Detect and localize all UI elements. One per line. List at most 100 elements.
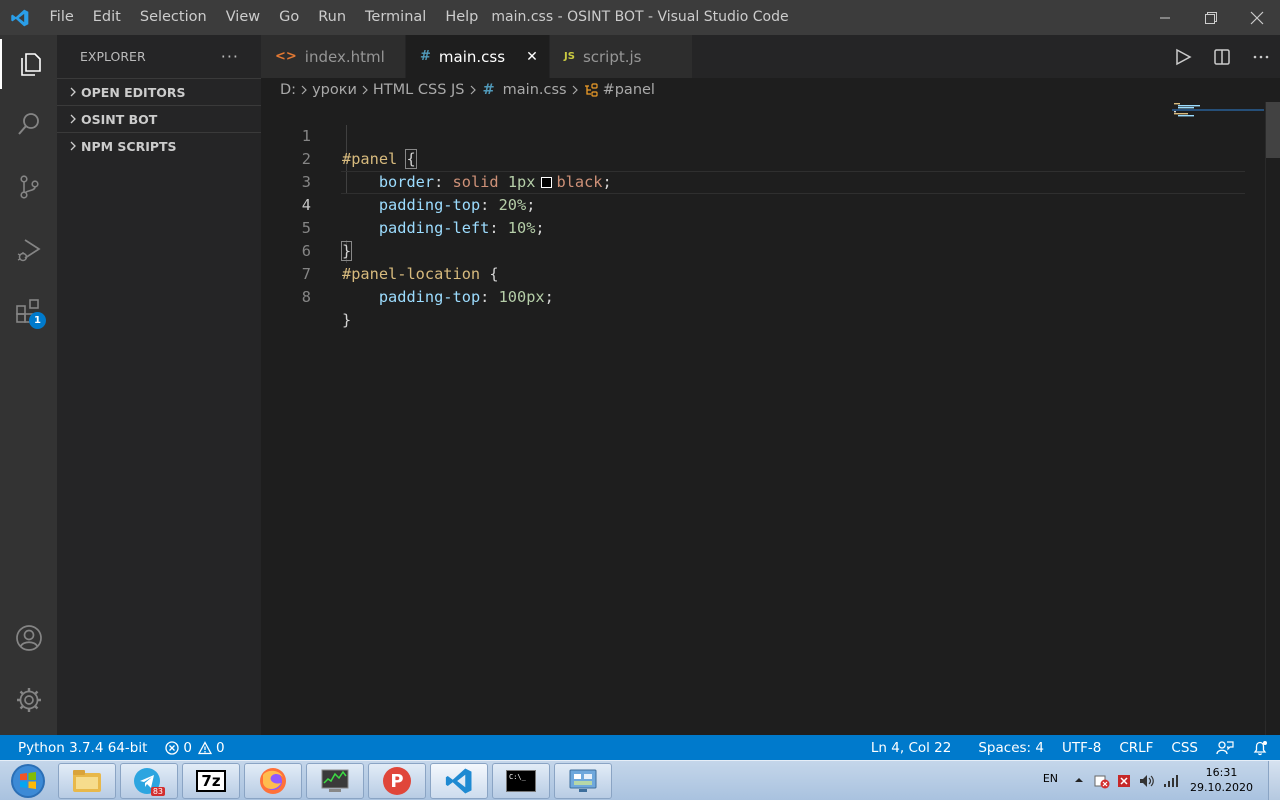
language-indicator[interactable]: EN [1043, 772, 1058, 785]
menu-run[interactable]: Run [309, 0, 356, 35]
code-line: 3 padding-top: 20%; [261, 148, 1265, 214]
source-control-activity[interactable] [0, 162, 57, 212]
extensions-activity[interactable]: 1 [0, 287, 57, 337]
menu-selection[interactable]: Selection [130, 0, 216, 35]
window-controls [1142, 0, 1280, 35]
code-line: 6 #panel-location { [261, 217, 1265, 283]
encoding[interactable]: UTF-8 [1053, 735, 1110, 760]
error-count: 0 [183, 739, 192, 756]
breadcrumb-file[interactable]: # main.css [481, 82, 567, 98]
menu-help[interactable]: Help [436, 0, 488, 35]
menu-bar: File Edit Selection View Go Run Terminal… [40, 0, 488, 35]
code-editor[interactable]: 1 #panel { 2 border: solid 1px black; 3 p… [261, 102, 1265, 735]
warning-count: 0 [215, 739, 225, 756]
sidebar-title: EXPLORER [80, 49, 146, 64]
restore-button[interactable] [1188, 0, 1234, 35]
line-number: 8 [301, 288, 311, 306]
menu-go[interactable]: Go [270, 0, 309, 35]
error-icon [165, 740, 180, 755]
minimap[interactable] [1172, 102, 1264, 162]
css-number: 100px [498, 288, 545, 306]
end-of-line[interactable]: CRLF [1110, 735, 1162, 760]
taskbar-vscode[interactable] [430, 763, 488, 799]
tray-network-error-icon[interactable] [1094, 773, 1110, 792]
taskbar-telegram[interactable]: 83 [120, 763, 178, 799]
run-debug-activity[interactable] [0, 225, 57, 275]
tab-label: script.js [582, 47, 642, 66]
file-explorer-icon [73, 770, 101, 792]
windows-taskbar: 83 7z P C:\_ EN 16:31 29.10.2020 [0, 760, 1280, 800]
search-activity[interactable] [0, 99, 57, 149]
live-share-button[interactable] [1207, 735, 1243, 760]
chevron-right-icon [571, 84, 579, 96]
tray-security-icon[interactable] [1116, 773, 1132, 792]
breadcrumb-folder-lessons[interactable]: уроки [312, 82, 357, 98]
language-mode[interactable]: CSS [1162, 735, 1207, 760]
python-interpreter[interactable]: Python 3.7.4 64-bit [18, 735, 156, 760]
source-control-icon [19, 175, 39, 199]
taskbar-file-explorer[interactable] [58, 763, 116, 799]
run-button[interactable] [1163, 35, 1202, 78]
close-icon [1250, 11, 1264, 24]
explorer-activity[interactable] [0, 39, 57, 89]
css-file-icon: # [482, 82, 495, 98]
breadcrumb: D: уроки HTML CSS JS # main.css #panel [261, 78, 1280, 102]
volume-icon[interactable] [1138, 773, 1156, 792]
caret-up-icon [1075, 778, 1083, 782]
windows-start-icon [11, 764, 45, 798]
notifications-button[interactable] [1243, 735, 1280, 760]
show-hidden-icons-button[interactable] [1074, 774, 1084, 787]
accounts-activity[interactable] [0, 613, 57, 663]
js-file-icon: JS [564, 51, 575, 62]
settings-activity[interactable] [0, 675, 57, 725]
section-label: NPM SCRIPTS [81, 138, 177, 154]
indentation[interactable]: Spaces: 4 [969, 735, 1053, 760]
close-tab-icon[interactable]: ✕ [525, 49, 539, 65]
taskbar-cmd[interactable]: C:\_ [492, 763, 550, 799]
p-app-icon: P [383, 767, 411, 795]
network-signal-icon[interactable] [1162, 773, 1180, 792]
breadcrumb-symbol-label: #panel [602, 82, 655, 98]
taskbar-7zip[interactable]: 7z [182, 763, 240, 799]
show-desktop-button[interactable] [1268, 761, 1280, 800]
status-bar: Python 3.7.4 64-bit 0 0 Ln 4, Col 22 Spa… [0, 735, 1280, 760]
scrollbar-thumb[interactable] [1266, 102, 1280, 158]
search-icon [17, 113, 39, 135]
breadcrumb-folder-project[interactable]: HTML CSS JS [373, 82, 465, 98]
more-editor-actions-button[interactable] [1241, 35, 1280, 78]
tab-script-js[interactable]: JS script.js [550, 35, 693, 78]
menu-file[interactable]: File [40, 0, 83, 35]
breadcrumb-drive[interactable]: D: [280, 82, 296, 98]
menu-edit[interactable]: Edit [83, 0, 130, 35]
problems-indicator[interactable]: 0 0 [156, 735, 233, 760]
taskbar-task-manager[interactable] [306, 763, 364, 799]
clock[interactable]: 16:31 29.10.2020 [1190, 765, 1253, 795]
tab-main-css[interactable]: # main.css ✕ [406, 35, 550, 78]
menu-view[interactable]: View [216, 0, 269, 35]
chevron-right-icon [65, 141, 81, 151]
code-line: 4 padding-left: 10%; [261, 171, 1265, 237]
breadcrumb-symbol[interactable]: #panel [583, 82, 655, 98]
taskbar-p-app[interactable]: P [368, 763, 426, 799]
extensions-badge: 1 [29, 312, 46, 329]
section-osint-bot[interactable]: OSINT BOT [57, 105, 261, 132]
vertical-scrollbar[interactable] [1265, 102, 1280, 735]
taskbar-firefox[interactable] [244, 763, 302, 799]
section-open-editors[interactable]: OPEN EDITORS [57, 78, 261, 105]
taskbar-control-panel[interactable] [554, 763, 612, 799]
tab-index-html[interactable]: <> index.html [261, 35, 406, 78]
minimize-button[interactable] [1142, 0, 1188, 35]
start-button[interactable] [4, 762, 52, 800]
section-npm-scripts[interactable]: NPM SCRIPTS [57, 132, 261, 159]
close-window-button[interactable] [1234, 0, 1280, 35]
chevron-right-icon [65, 87, 81, 97]
menu-terminal[interactable]: Terminal [356, 0, 436, 35]
title-bar: File Edit Selection View Go Run Terminal… [0, 0, 1280, 35]
cursor-position[interactable]: Ln 4, Col 22 [862, 735, 969, 760]
vscode-icon [445, 768, 472, 794]
account-icon [15, 625, 42, 651]
split-editor-button[interactable] [1202, 35, 1241, 78]
run-debug-icon [17, 239, 41, 262]
section-label: OPEN EDITORS [81, 84, 186, 100]
more-actions-button[interactable]: ··· [221, 47, 239, 66]
